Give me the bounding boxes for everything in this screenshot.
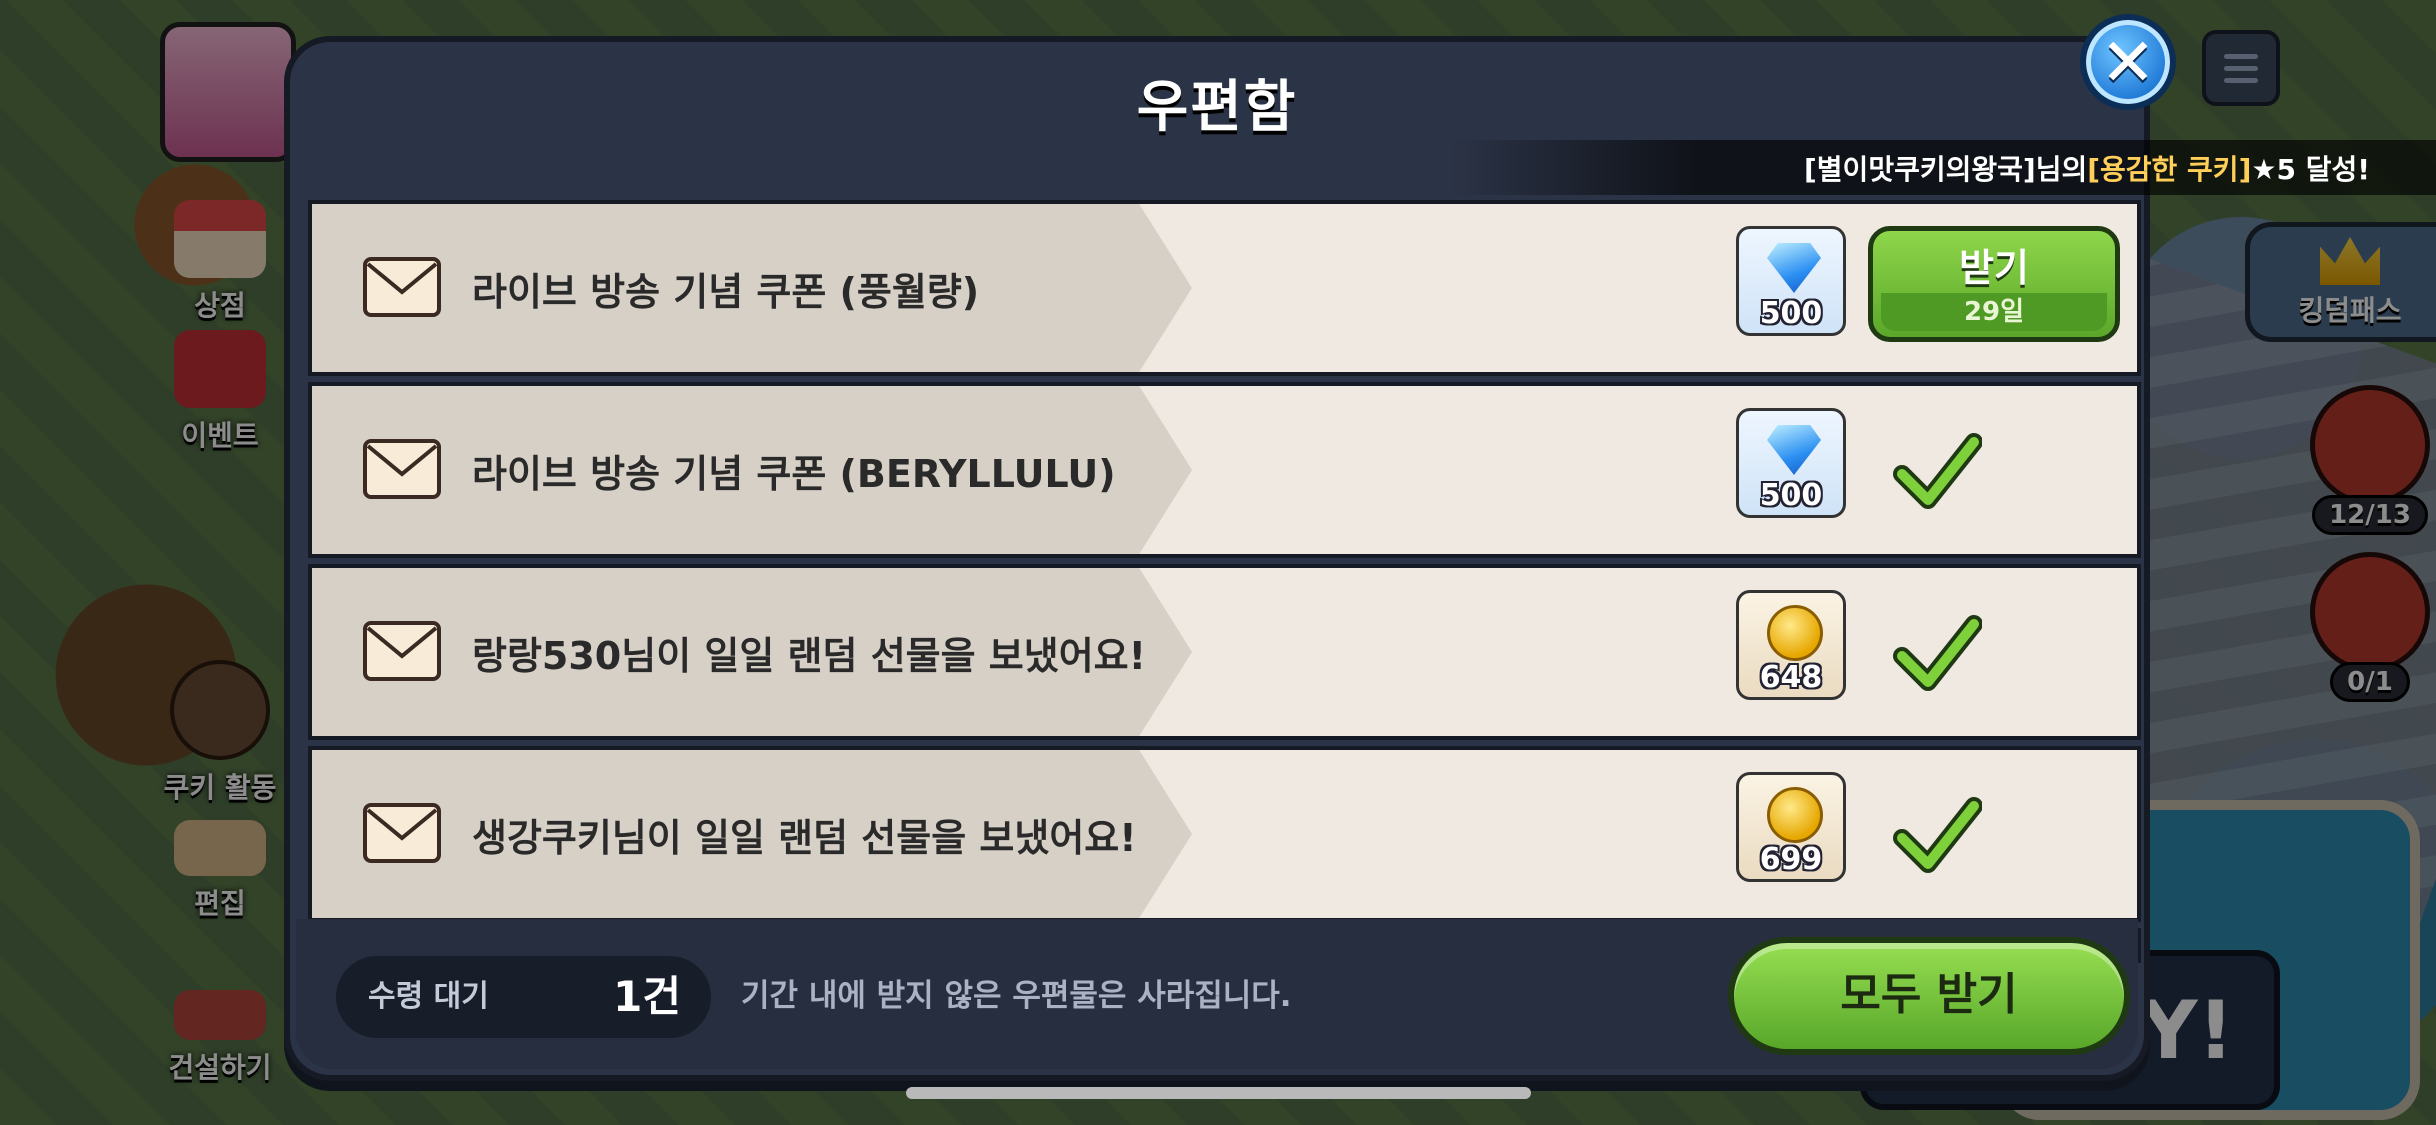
reward-crystal[interactable]: 500 xyxy=(1736,226,1846,336)
pending-label: 수령 대기 xyxy=(368,979,489,1014)
mail-item: 생강쿠키님이 일일 랜덤 선물을 보냈어요! 699 xyxy=(308,746,2141,922)
coin-icon xyxy=(1767,605,1823,661)
banner-cookie: [용감한 쿠키] xyxy=(2087,152,2252,186)
mail-title: 랑랑530님이 일일 랜덤 선물을 보냈어요! xyxy=(472,633,1146,678)
mail-list[interactable]: 라이브 방송 기념 쿠폰 (풍월량) 500 받기 29일 라이브 방송 기념 … xyxy=(308,160,2141,963)
mail-title: 생강쿠키님이 일일 랜덤 선물을 보냈어요! xyxy=(472,815,1137,860)
reward-coin[interactable]: 699 xyxy=(1736,772,1846,882)
modal-title: 우편함 xyxy=(1136,75,1298,140)
banner-suffix: ★5 달성! xyxy=(2251,152,2370,186)
reward-amount: 699 xyxy=(1759,842,1823,877)
claim-all-button[interactable]: 모두 받기 xyxy=(1728,937,2130,1055)
envelope-icon xyxy=(363,439,441,499)
envelope-icon xyxy=(363,257,441,317)
mail-title: 라이브 방송 기념 쿠폰 (풍월량) xyxy=(472,269,980,314)
reward-coin[interactable]: 648 xyxy=(1736,590,1846,700)
mailbox-footer: 수령 대기 1건 기간 내에 받지 않은 우편물은 사라집니다. 모두 받기 xyxy=(296,919,2138,1069)
banner-kingdom: [별이맛쿠키의왕국] xyxy=(1804,152,2036,186)
expiry-notice: 기간 내에 받지 않은 우편물은 사라집니다. xyxy=(741,978,1292,1014)
days-left: 29일 xyxy=(1881,293,2107,331)
receive-button-label: 받기 xyxy=(1959,246,2029,290)
reward-amount: 648 xyxy=(1759,660,1823,695)
mail-item: 라이브 방송 기념 쿠폰 (풍월량) 500 받기 29일 xyxy=(308,200,2141,376)
achievement-banner: [별이맛쿠키의왕국] 님의 [용감한 쿠키] ★5 달성! xyxy=(1450,140,2436,195)
receive-button[interactable]: 받기 29일 xyxy=(1868,226,2120,342)
close-button[interactable]: ✕ xyxy=(2080,14,2176,110)
reward-amount: 500 xyxy=(1759,478,1823,513)
reward-amount: 500 xyxy=(1759,296,1823,331)
checkmark-icon xyxy=(1893,797,1982,873)
mail-title: 라이브 방송 기념 쿠폰 (BERYLLULU) xyxy=(472,451,1116,496)
coin-icon xyxy=(1767,787,1823,843)
envelope-icon xyxy=(363,803,441,863)
mail-item: 라이브 방송 기념 쿠폰 (BERYLLULU) 500 xyxy=(308,382,2141,558)
close-icon: ✕ xyxy=(2100,23,2156,101)
home-indicator[interactable] xyxy=(906,1087,1531,1099)
envelope-icon xyxy=(363,621,441,681)
reward-crystal[interactable]: 500 xyxy=(1736,408,1846,518)
crystal-icon xyxy=(1767,425,1821,475)
checkmark-icon xyxy=(1893,433,1982,509)
checkmark-icon xyxy=(1893,615,1982,691)
crystal-icon xyxy=(1767,243,1821,293)
pending-counter: 수령 대기 1건 xyxy=(336,956,711,1038)
banner-mid: 님의 xyxy=(2035,152,2088,186)
mail-item: 랑랑530님이 일일 랜덤 선물을 보냈어요! 648 xyxy=(308,564,2141,740)
pending-count: 1건 xyxy=(613,972,681,1021)
